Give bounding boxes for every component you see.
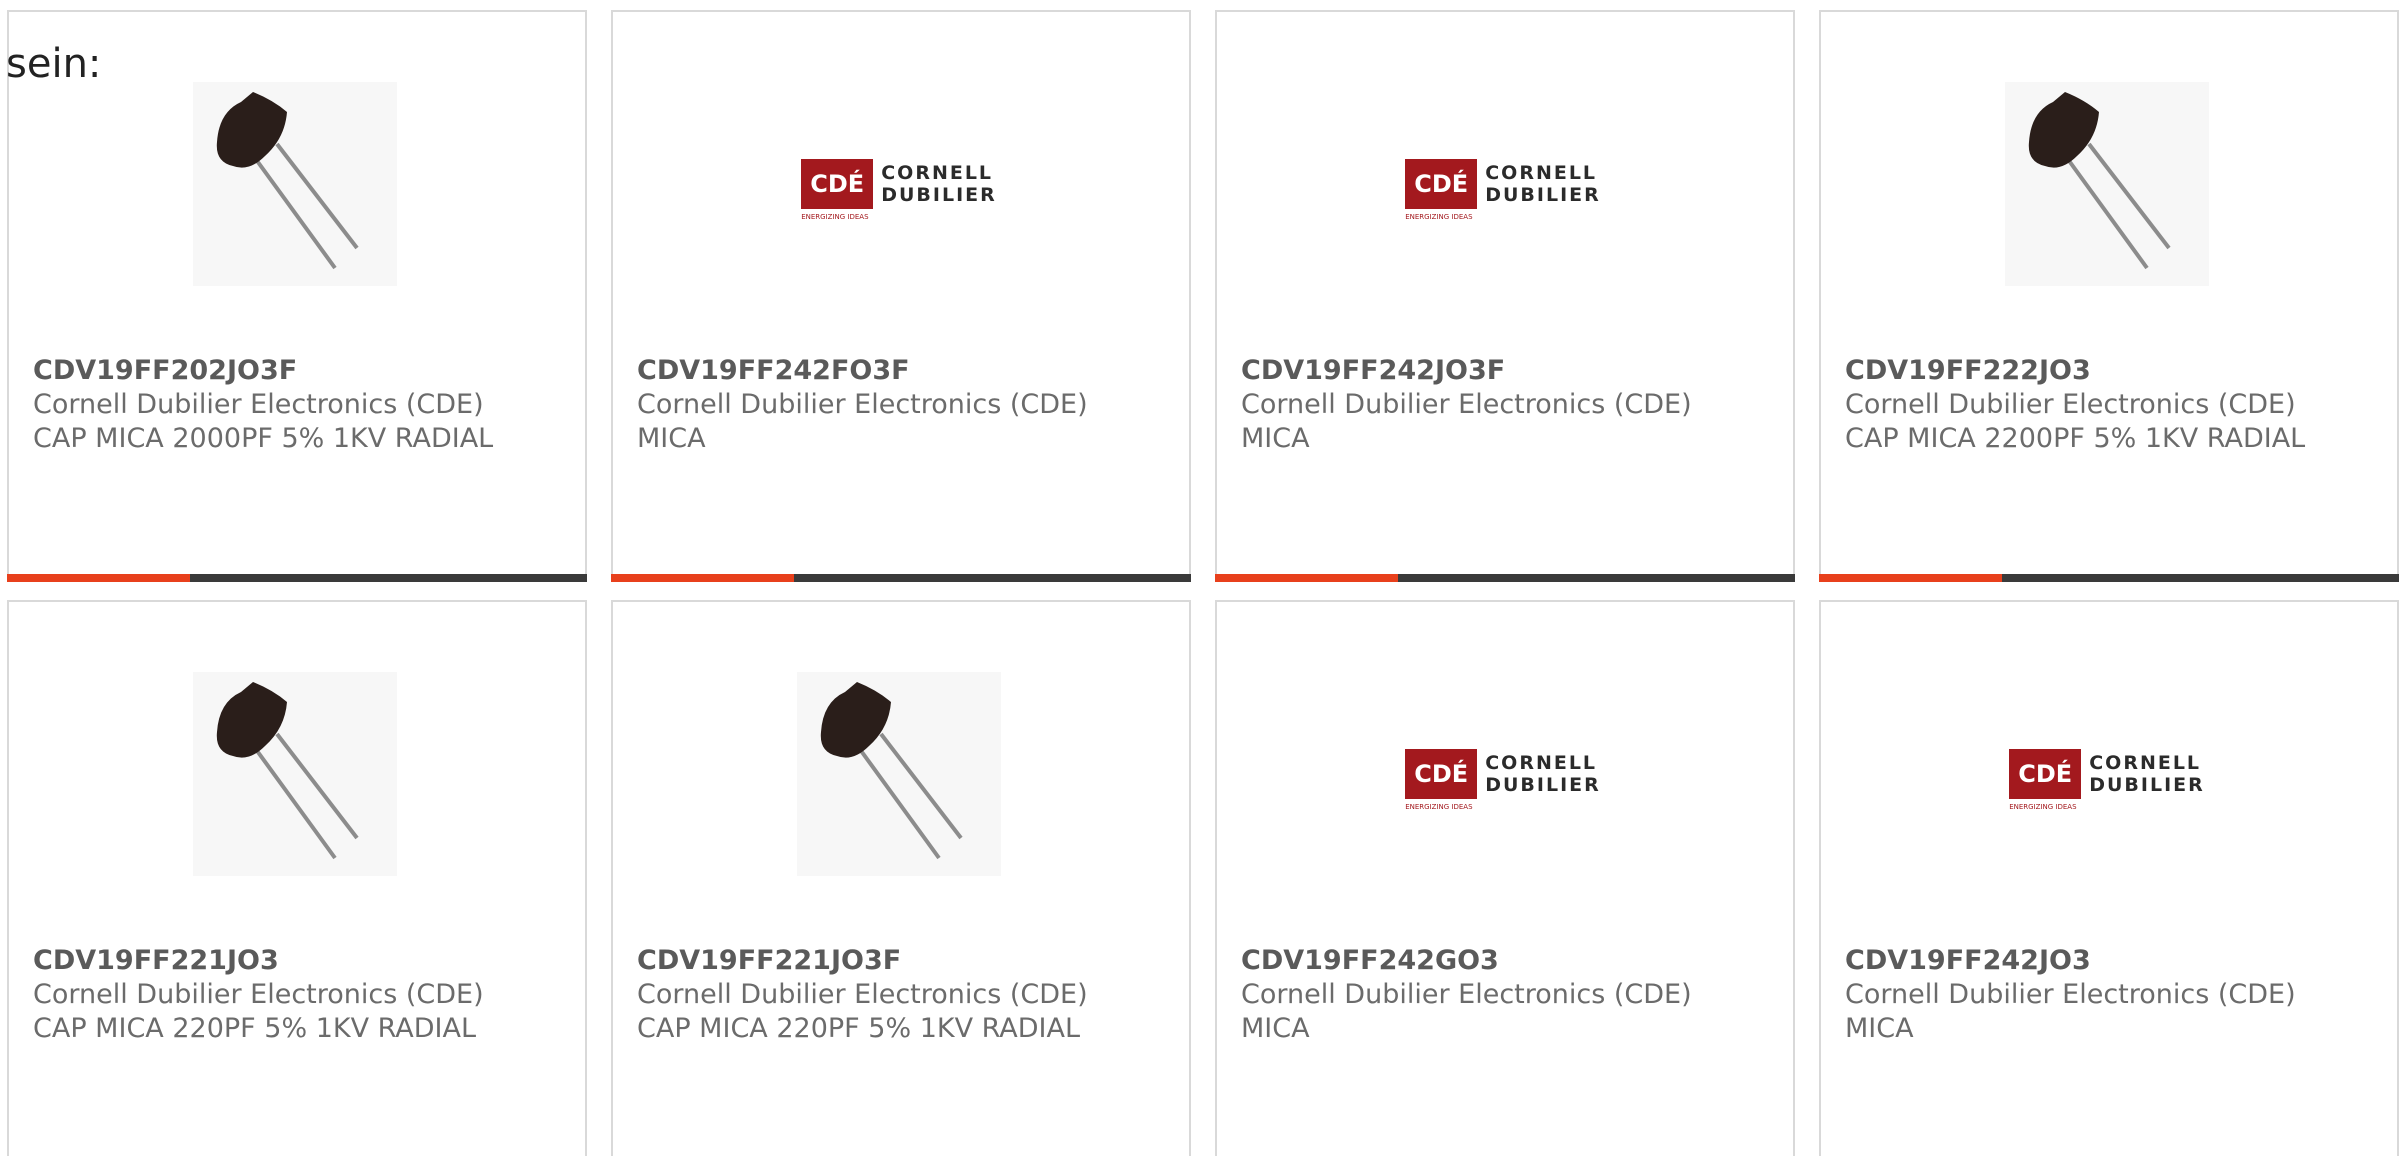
product-image[interactable]: CDÉ ENERGIZING IDEAS CORNELL DUBILIER [1401,82,1605,286]
description: CAP MICA 220PF 5% 1KV RADIAL [33,1013,477,1044]
product-image[interactable]: CDÉ ENERGIZING IDEAS CORNELL DUBILIER [797,82,1001,286]
part-number[interactable]: CDV19FF242FO3F [637,354,1167,388]
manufacturer: Cornell Dubilier Electronics (CDE) [1845,979,2296,1010]
product-info: CDV19FF221JO3F Cornell Dubilier Electron… [637,944,1167,1046]
capacitor-photo [2005,82,2209,286]
capacitor-photo [797,672,1001,876]
description: CAP MICA 2200PF 5% 1KV RADIAL [1845,423,2306,454]
manufacturer: Cornell Dubilier Electronics (CDE) [637,389,1088,420]
part-number[interactable]: CDV19FF221JO3F [637,944,1167,978]
cde-logo: CDÉ ENERGIZING IDEAS CORNELL DUBILIER [2009,749,2205,811]
cde-logo-wordmark: CORNELL DUBILIER [2089,752,2205,796]
product-card[interactable]: CDV19FF202JO3F Cornell Dubilier Electron… [7,10,587,582]
manufacturer: Cornell Dubilier Electronics (CDE) [1241,389,1692,420]
product-info: CDV19FF242JO3 Cornell Dubilier Electroni… [1845,944,2375,1046]
product-info: CDV19FF221JO3 Cornell Dubilier Electroni… [33,944,563,1046]
cde-logo: CDÉ ENERGIZING IDEAS CORNELL DUBILIER [1405,749,1601,811]
card-bar [7,574,587,582]
cde-logo-badge: CDÉ ENERGIZING IDEAS [1405,749,1478,811]
card-bar [1215,574,1795,582]
cde-logo-wordmark: CORNELL DUBILIER [1485,752,1601,796]
manufacturer: Cornell Dubilier Electronics (CDE) [1845,389,2296,420]
product-image[interactable] [193,672,397,876]
cde-logo-wordmark: CORNELL DUBILIER [1485,162,1601,206]
product-grid-page: sein: CDV19FF202JO3F Cornell Dubilier El… [0,0,2400,1156]
product-info: CDV19FF242GO3 Cornell Dubilier Electroni… [1241,944,1771,1046]
cde-logo: CDÉ ENERGIZING IDEAS CORNELL DUBILIER [1405,159,1601,221]
product-card[interactable]: CDÉ ENERGIZING IDEAS CORNELL DUBILIER CDV… [1215,600,1795,1156]
product-card[interactable]: CDV19FF221JO3F Cornell Dubilier Electron… [611,600,1191,1156]
description: MICA [1241,423,1310,454]
card-bar-accent [1819,574,2002,582]
capacitor-photo [193,672,397,876]
product-info: CDV19FF222JO3 Cornell Dubilier Electroni… [1845,354,2375,456]
manufacturer: Cornell Dubilier Electronics (CDE) [33,389,484,420]
product-info: CDV19FF242FO3F Cornell Dubilier Electron… [637,354,1167,456]
product-image[interactable]: CDÉ ENERGIZING IDEAS CORNELL DUBILIER [1401,672,1605,876]
part-number[interactable]: CDV19FF242JO3 [1845,944,2375,978]
product-image[interactable] [797,672,1001,876]
part-number[interactable]: CDV19FF221JO3 [33,944,563,978]
description: MICA [1241,1013,1310,1044]
description: MICA [637,423,706,454]
card-bar [1819,574,2399,582]
part-number[interactable]: CDV19FF242GO3 [1241,944,1771,978]
card-bar-accent [7,574,190,582]
product-card[interactable]: CDV19FF222JO3 Cornell Dubilier Electroni… [1819,10,2399,582]
cde-logo: CDÉ ENERGIZING IDEAS CORNELL DUBILIER [801,159,997,221]
product-info: CDV19FF242JO3F Cornell Dubilier Electron… [1241,354,1771,456]
product-image[interactable] [2005,82,2209,286]
manufacturer: Cornell Dubilier Electronics (CDE) [637,979,1088,1010]
product-card[interactable]: CDÉ ENERGIZING IDEAS CORNELL DUBILIER CDV… [611,10,1191,582]
part-number[interactable]: CDV19FF202JO3F [33,354,563,388]
card-bar [611,574,1191,582]
product-card[interactable]: CDÉ ENERGIZING IDEAS CORNELL DUBILIER CDV… [1215,10,1795,582]
cde-logo-wordmark: CORNELL DUBILIER [881,162,997,206]
part-number[interactable]: CDV19FF222JO3 [1845,354,2375,388]
product-image[interactable]: CDÉ ENERGIZING IDEAS CORNELL DUBILIER [2005,672,2209,876]
card-bar-accent [1215,574,1398,582]
product-card[interactable]: CDV19FF221JO3 Cornell Dubilier Electroni… [7,600,587,1156]
product-info: CDV19FF202JO3F Cornell Dubilier Electron… [33,354,563,456]
part-number[interactable]: CDV19FF242JO3F [1241,354,1771,388]
cde-logo-badge: CDÉ ENERGIZING IDEAS [2009,749,2082,811]
card-bar-accent [611,574,794,582]
capacitor-photo [193,82,397,286]
product-image[interactable] [193,82,397,286]
description: CAP MICA 2000PF 5% 1KV RADIAL [33,423,494,454]
description: MICA [1845,1013,1914,1044]
cde-logo-badge: CDÉ ENERGIZING IDEAS [801,159,874,221]
manufacturer: Cornell Dubilier Electronics (CDE) [33,979,484,1010]
description: CAP MICA 220PF 5% 1KV RADIAL [637,1013,1081,1044]
product-card[interactable]: CDÉ ENERGIZING IDEAS CORNELL DUBILIER CDV… [1819,600,2399,1156]
cde-logo-badge: CDÉ ENERGIZING IDEAS [1405,159,1478,221]
manufacturer: Cornell Dubilier Electronics (CDE) [1241,979,1692,1010]
intro-text: sein: [6,41,102,87]
